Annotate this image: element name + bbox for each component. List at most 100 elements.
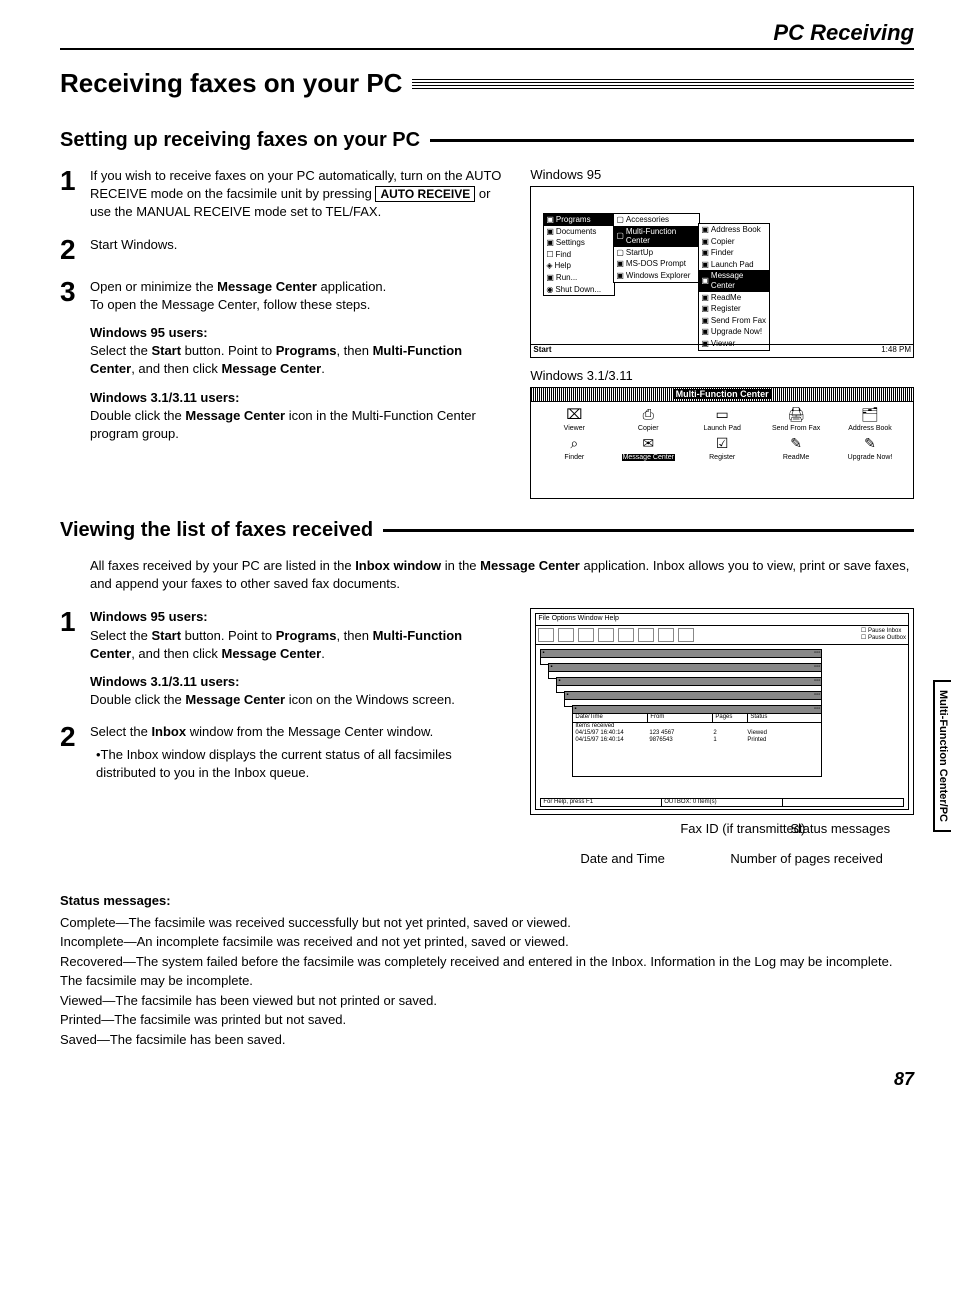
section-rule (383, 529, 914, 532)
submenu-item: ▢Accessories (614, 214, 699, 226)
pause-labels: ☐ Pause Inbox☐ Pause Outbox (861, 628, 906, 642)
col-dt: Date/Time (573, 714, 648, 721)
tool-icon (658, 628, 674, 642)
lbl: Finder (711, 248, 734, 258)
win31-screenshot: Multi-Function Center ⌧Viewer ⎙Copier ▭L… (530, 387, 914, 499)
submenu-item: ▣Address Book (699, 224, 769, 236)
status-messages-block: Status messages: Complete—The facsimile … (60, 891, 914, 1049)
icon-sendfromfax: 🖨Send From Fax (761, 406, 831, 433)
icon-addressbook: 🗂Address Book (835, 406, 905, 433)
menu-item: ▣Run... (544, 272, 614, 284)
txt: , then (336, 343, 372, 358)
mc-bold: Message Center (222, 361, 322, 376)
txt: button. Point to (181, 628, 276, 643)
submenu-item-mc: ▣Message Center (699, 270, 769, 291)
page-header: PC Receiving (60, 20, 914, 50)
lbl: Message Center (711, 271, 767, 290)
txt: , and then click (131, 646, 221, 661)
txt: Select the (90, 724, 151, 739)
txt: Select the (90, 628, 151, 643)
step3-a: Open or minimize the (90, 279, 217, 294)
lbl: Copier (711, 237, 735, 247)
win31-instructions: Windows 3.1/3.11 users: Double click the… (90, 389, 510, 444)
w95-label: Windows 95 users: (90, 325, 208, 340)
menu-item: ☐Find (544, 249, 614, 261)
submenu-item: ▣Launch Pad (699, 259, 769, 271)
step-1: 1 If you wish to receive faxes on your P… (60, 167, 510, 222)
setup-left-column: 1 If you wish to receive faxes on your P… (60, 167, 510, 499)
tool-icon (618, 628, 634, 642)
callout-pages: Number of pages received (730, 851, 882, 866)
submenu-item: ▣Finder (699, 247, 769, 259)
lbl: Launch Pad (711, 260, 754, 270)
lbl: Windows Explorer (626, 271, 690, 281)
callout-faxid: Fax ID (if transmitted) (680, 821, 805, 836)
status-item: Complete—The facsimile was received succ… (60, 913, 914, 933)
mc-bold: Message Center (185, 408, 285, 423)
figure-callouts: Fax ID (if transmitted) Status messages … (530, 821, 914, 871)
section-title-viewing: Viewing the list of faxes received (60, 519, 914, 542)
icon-grid: ⌧Viewer ⎙Copier ▭Launch Pad 🖨Send From F… (531, 402, 913, 466)
tool-icon (558, 628, 574, 642)
lbl: Documents (556, 227, 596, 237)
step-number: 3 (60, 278, 90, 444)
lbl: StartUp (626, 248, 653, 258)
section-title-text: Setting up receiving faxes on your PC (60, 129, 420, 152)
lbl: Programs (556, 215, 591, 225)
step-number: 1 (60, 167, 90, 222)
section-title-text: Viewing the list of faxes received (60, 519, 373, 542)
callout-status: Status messages (790, 821, 890, 836)
mc-bold: Message Center (185, 692, 285, 707)
start-bold: Start (151, 628, 181, 643)
icon-message-center: ✉Message Center (613, 435, 683, 462)
lbl: ReadMe (711, 293, 741, 303)
lbl: Address Book (711, 225, 761, 235)
icon-upgrade: ✎Upgrade Now! (835, 435, 905, 462)
menu-item: ◈Help (544, 260, 614, 272)
win95-caption: Windows 95 (530, 167, 914, 182)
lbl: Upgrade Now! (711, 327, 762, 337)
table-row: 04/15/97 16:40:14 9876543 1 Printed (573, 737, 821, 744)
step-body: Windows 95 users: Select the Start butto… (90, 608, 510, 709)
col-status: Status (748, 714, 821, 721)
step-2: 2 Start Windows. (60, 236, 510, 264)
lbl: Accessories (626, 215, 669, 225)
txt: All faxes received by your PC are listed… (90, 558, 355, 573)
start-button: Start (533, 345, 551, 357)
cascade-windows: ▪▫▫▫ ▪▫▫▫ ▪▫▫▫ ▪▫▫▫ ▪▫▫▫ Date/Time From … (540, 649, 904, 779)
programs-bold: Programs (276, 343, 337, 358)
viewing-intro: All faxes received by your PC are listed… (90, 557, 914, 593)
taskbar: Start 1:48 PM (531, 344, 913, 357)
lbl: Send From Fax (711, 316, 766, 326)
clock: 1:48 PM (881, 345, 911, 357)
message-center-screenshot: File Options Window Help ☐ Pause Inbox☐ … (530, 608, 914, 815)
step-3: 3 Open or minimize the Message Center ap… (60, 278, 510, 444)
side-tab: Multi-Function Center/PC (933, 680, 951, 832)
col-from: From (648, 714, 713, 721)
txt: . (321, 361, 325, 376)
menu-item: ▣Documents (544, 226, 614, 238)
txt: button. Point to (181, 343, 276, 358)
w31-label: Windows 3.1/3.11 users: (90, 674, 239, 689)
submenu-item: ▣Send From Fax (699, 315, 769, 327)
w95-label: Windows 95 users: (90, 609, 208, 624)
win95-instructions: Windows 95 users: Select the Start butto… (90, 324, 510, 379)
section-title-setup: Setting up receiving faxes on your PC (60, 129, 914, 152)
lbl: Find (556, 250, 572, 260)
programs-bold: Programs (276, 628, 337, 643)
setup-right-column: Windows 95 ▣Programs ▣Documents ▣Setting… (530, 167, 914, 499)
main-title-text: Receiving faxes on your PC (60, 68, 402, 99)
submenu-item: ▣ReadMe (699, 292, 769, 304)
callout-datetime: Date and Time (580, 851, 665, 866)
txt: , and then click (131, 361, 221, 376)
icon-finder: ⌕Finder (539, 435, 609, 462)
submenu-item-mfc: ▢Multi-Function Center (614, 226, 699, 247)
txt: . (321, 646, 325, 661)
icon-register: ☑Register (687, 435, 757, 462)
submenu-item: ▣Windows Explorer (614, 270, 699, 282)
status-item: Saved—The facsimile has been saved. (60, 1030, 914, 1050)
txt: icon on the Windows screen. (285, 692, 455, 707)
statusbar: For Help, press F1 OUTBOX: 0 Item(s) (540, 798, 904, 807)
lbl: Shut Down... (555, 285, 601, 295)
viewing-left-column: 1 Windows 95 users: Select the Start but… (60, 608, 510, 871)
